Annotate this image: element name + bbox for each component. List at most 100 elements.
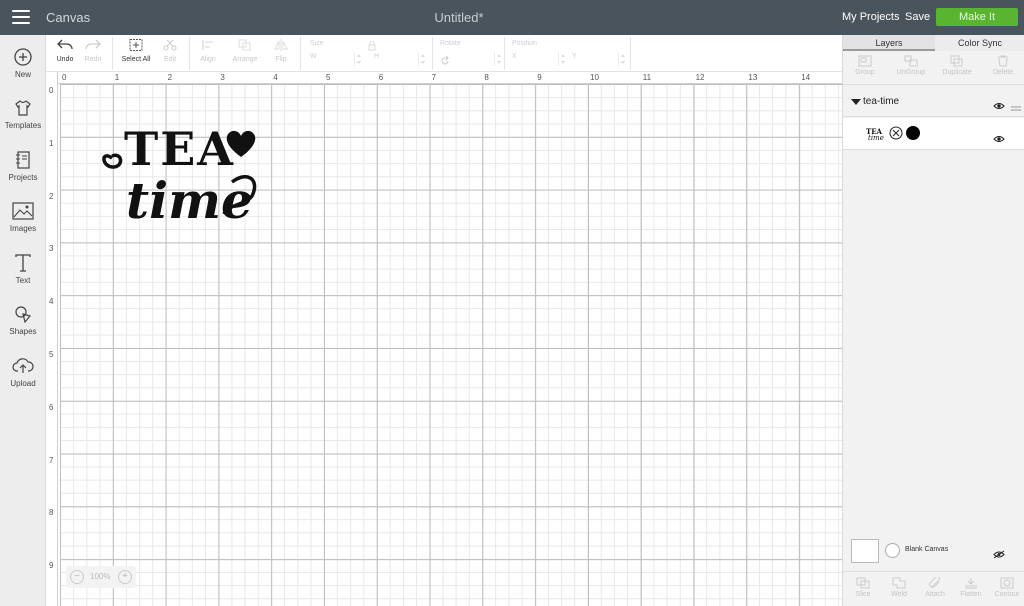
- zoom-out-button[interactable]: −: [70, 570, 84, 584]
- zoom-level: 100%: [90, 572, 111, 581]
- tab-layers[interactable]: Layers: [843, 35, 935, 51]
- undo-button[interactable]: Undo: [54, 39, 76, 63]
- y-stepper[interactable]: [618, 52, 626, 66]
- layer-group-row[interactable]: tea-time: [843, 87, 1024, 117]
- duplicate-icon: [950, 55, 963, 67]
- toolbar-divider: [112, 37, 113, 70]
- duplicate-button[interactable]: Duplicate: [937, 55, 977, 76]
- layer-group-name: tea-time: [863, 96, 900, 107]
- hidden-eye-icon[interactable]: [993, 546, 1005, 564]
- make-it-button[interactable]: Make It: [936, 8, 1018, 26]
- ruler-left-number: 2: [49, 191, 54, 201]
- attach-button[interactable]: Attach: [917, 577, 953, 598]
- flip-dropdown[interactable]: Flip: [268, 39, 294, 63]
- eye-icon[interactable]: [993, 130, 1005, 148]
- ruler-left-number: 4: [49, 297, 54, 307]
- position-label: Position: [512, 40, 537, 47]
- shapes-icon: [15, 306, 32, 324]
- x-field[interactable]: X: [512, 53, 517, 60]
- ungroup-button[interactable]: UnGroup: [891, 55, 931, 76]
- my-projects-link[interactable]: My Projects: [842, 11, 899, 23]
- cut-operation-icon[interactable]: [889, 126, 903, 145]
- layer-operations: Group UnGroup Duplicate Delete: [843, 51, 1024, 85]
- contour-button[interactable]: Contour: [989, 577, 1024, 598]
- ruler-top-number: 4: [273, 73, 278, 82]
- blank-canvas-color-icon[interactable]: [885, 543, 900, 558]
- sidebar-item-new[interactable]: New: [0, 47, 46, 79]
- flatten-label: Flatten: [960, 591, 982, 598]
- shirt-icon: [15, 100, 31, 116]
- ruler-left-number: 9: [49, 561, 54, 571]
- sidebar-item-upload[interactable]: Upload: [0, 356, 46, 388]
- slice-label: Slice: [855, 591, 871, 598]
- save-button[interactable]: Save: [905, 11, 930, 23]
- zoom-in-button[interactable]: +: [118, 570, 132, 584]
- edit-dropdown[interactable]: Edit: [156, 39, 184, 63]
- blank-canvas-label: Blank Canvas: [905, 546, 949, 553]
- sidebar-item-images[interactable]: Images: [0, 201, 46, 233]
- sidebar-item-text[interactable]: Text: [0, 253, 46, 285]
- redo-icon: [85, 39, 101, 50]
- x-stepper[interactable]: [558, 52, 566, 66]
- width-field[interactable]: W: [310, 53, 317, 60]
- delete-button[interactable]: Delete: [983, 55, 1023, 76]
- ruler-top-number: 10: [590, 73, 599, 82]
- ruler-left-number: 0: [49, 86, 54, 95]
- drag-handle-icon[interactable]: [1011, 98, 1021, 116]
- height-field[interactable]: H: [374, 53, 379, 60]
- select-all-label: Select All: [121, 56, 151, 63]
- layer-color-swatch[interactable]: [906, 126, 920, 140]
- rotate-stepper[interactable]: [494, 52, 502, 66]
- slice-button[interactable]: Slice: [845, 577, 881, 598]
- slice-icon: [856, 577, 870, 589]
- design-canvas[interactable]: TEA time − 100% + 0 1 2 3 4 5 6 7 8 9 10 11 12 13 14 0 1…: [46, 72, 842, 606]
- tea-time-design[interactable]: TEA time: [98, 110, 268, 235]
- weld-button[interactable]: Weld: [881, 577, 917, 598]
- width-stepper[interactable]: [354, 52, 362, 66]
- sidebar-item-templates[interactable]: Templates: [0, 98, 46, 130]
- left-sidebar: New Templates Projects Images Text Shape…: [0, 35, 46, 606]
- layers-panel: Layers Color Sync Group UnGroup Duplicat…: [842, 35, 1024, 606]
- duplicate-label: Duplicate: [942, 69, 972, 76]
- blank-canvas-row[interactable]: Blank Canvas: [843, 533, 1024, 571]
- size-label: Size: [310, 40, 324, 47]
- arrange-icon: [238, 39, 251, 51]
- sidebar-item-shapes[interactable]: Shapes: [0, 304, 46, 336]
- collapse-caret-icon[interactable]: [851, 99, 861, 105]
- ruler-top-number: 14: [801, 73, 811, 82]
- align-label: Align: [200, 56, 216, 63]
- ruler-top-number: 8: [484, 73, 489, 82]
- sidebar-item-projects[interactable]: Projects: [0, 150, 46, 182]
- arrange-dropdown[interactable]: Arrange: [226, 39, 264, 63]
- sidebar-label-text: Text: [15, 276, 31, 285]
- weld-icon: [892, 577, 906, 589]
- flip-label: Flip: [275, 56, 287, 63]
- flip-icon: [274, 39, 288, 51]
- text-icon: [15, 254, 31, 272]
- select-all-button[interactable]: Select All: [118, 39, 154, 63]
- y-field[interactable]: Y: [572, 53, 577, 60]
- rotate-icon[interactable]: [440, 53, 450, 71]
- eye-icon[interactable]: [993, 97, 1005, 115]
- height-stepper[interactable]: [418, 52, 426, 66]
- sidebar-label-upload: Upload: [10, 379, 36, 388]
- toolbar-divider: [189, 37, 190, 70]
- tab-color-sync[interactable]: Color Sync: [935, 35, 1024, 51]
- redo-button[interactable]: Redo: [82, 39, 104, 63]
- ruler-left-number: 5: [49, 350, 54, 359]
- sidebar-label-projects: Projects: [8, 173, 38, 182]
- weld-label: Weld: [891, 591, 907, 598]
- ruler-top-number: 1: [114, 73, 120, 82]
- blank-canvas-swatch[interactable]: [851, 539, 879, 563]
- select-all-icon: [129, 39, 143, 51]
- layer-item-row[interactable]: TEA time: [843, 118, 1024, 150]
- document-title[interactable]: Untitled*: [0, 10, 918, 25]
- ruler-top-number: 9: [537, 73, 542, 82]
- ruler-left-number: 6: [49, 402, 54, 412]
- top-ruler: [46, 72, 842, 84]
- align-dropdown[interactable]: Align: [194, 39, 222, 63]
- arrange-label: Arrange: [232, 56, 258, 63]
- ruler-top-number: 12: [695, 73, 705, 82]
- flatten-button[interactable]: Flatten: [953, 577, 989, 598]
- group-button[interactable]: Group: [845, 55, 885, 76]
